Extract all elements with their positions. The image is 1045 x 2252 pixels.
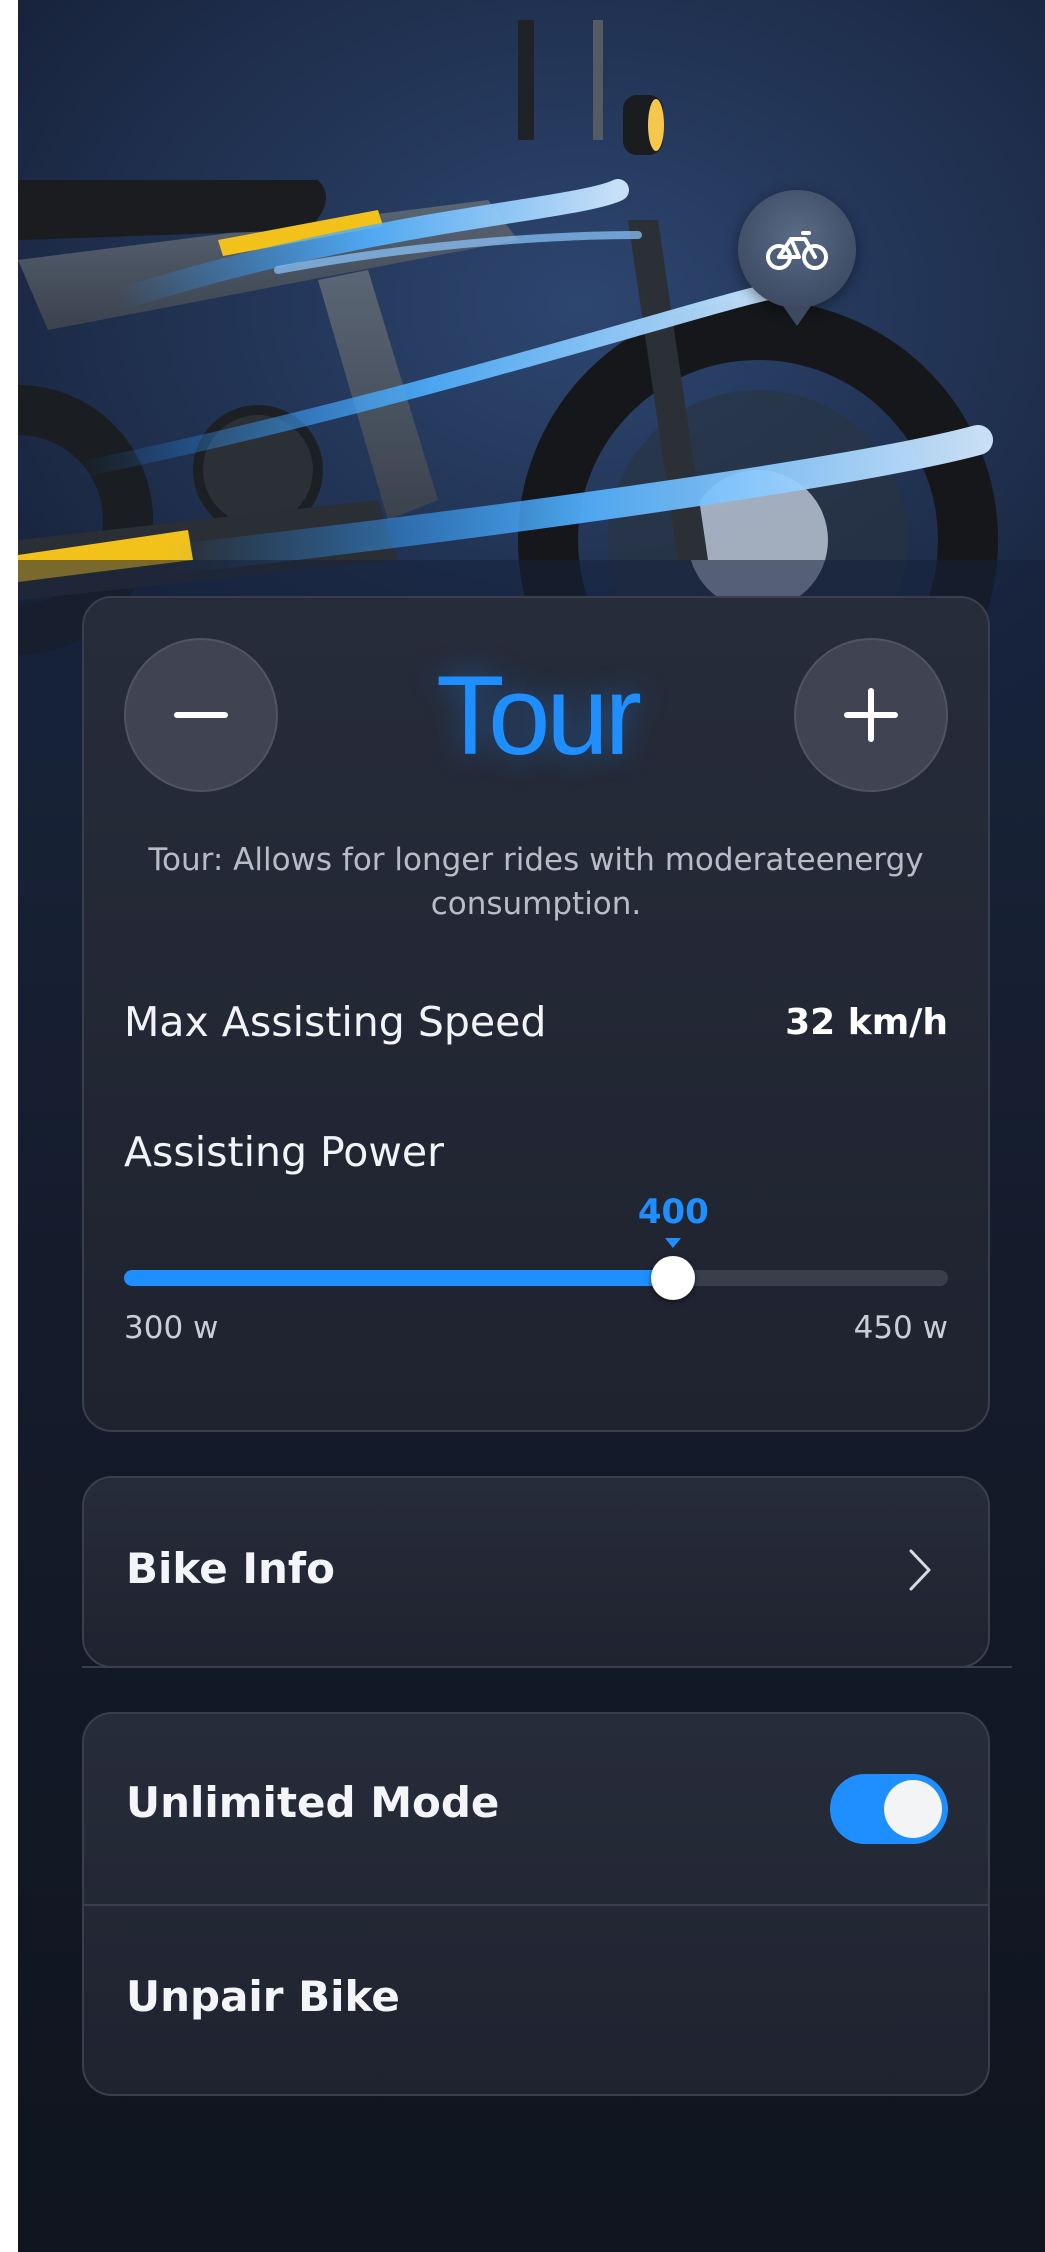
chevron-right-icon: [909, 1549, 931, 1591]
power-slider-fill: [124, 1270, 674, 1286]
unpair-bike-button[interactable]: Unpair Bike: [126, 1972, 400, 2021]
power-max-label: 450 w: [853, 1310, 948, 1346]
power-min-label: 300 w: [124, 1310, 219, 1346]
plus-icon: [844, 688, 898, 742]
bike-info-row[interactable]: Bike Info: [82, 1476, 990, 1668]
slider-pointer-icon: [665, 1238, 682, 1248]
unlimited-mode-toggle[interactable]: [830, 1774, 948, 1844]
decrease-mode-button[interactable]: [124, 638, 278, 792]
row-divider: [84, 1904, 988, 1906]
toggle-knob: [884, 1780, 942, 1838]
power-slider-track[interactable]: [124, 1270, 948, 1286]
power-slider-thumb[interactable]: [651, 1256, 696, 1300]
section-divider: [82, 1666, 1012, 1668]
assisting-power-label: Assisting Power: [124, 1128, 444, 1176]
app-screen: Tour Tour: Allows for longer rides with …: [18, 0, 1045, 2252]
unlimited-mode-label: Unlimited Mode: [126, 1778, 500, 1827]
mode-description: Tour: Allows for longer rides with moder…: [148, 842, 924, 922]
minus-icon: [174, 712, 228, 718]
bike-info-label: Bike Info: [126, 1544, 335, 1593]
max-speed-value: 32 km/h: [785, 1002, 948, 1043]
increase-mode-button[interactable]: [794, 638, 948, 792]
mode-name: Tour: [436, 653, 642, 778]
settings-card: Unlimited Mode Unpair Bike: [82, 1712, 990, 2096]
bicycle-icon[interactable]: [738, 190, 856, 326]
max-speed-label: Max Assisting Speed: [124, 998, 547, 1046]
assist-mode-card: Tour Tour: Allows for longer rides with …: [82, 596, 990, 1432]
power-slider-value: 400: [637, 1192, 709, 1232]
